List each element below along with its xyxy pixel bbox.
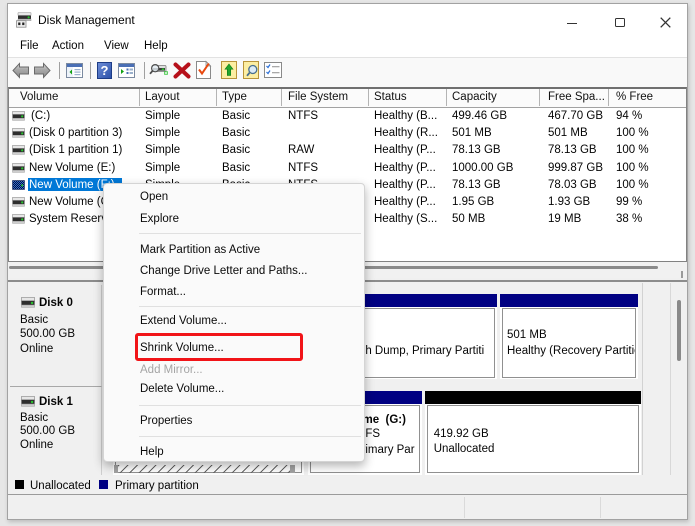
svg-text:?: ? bbox=[101, 63, 109, 78]
